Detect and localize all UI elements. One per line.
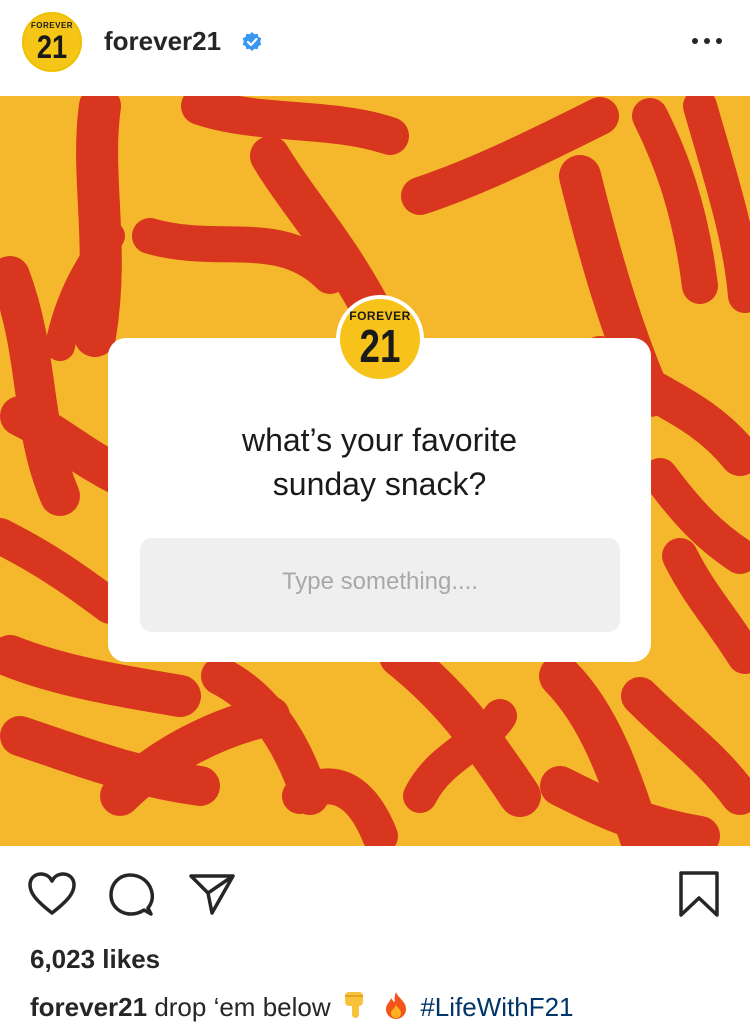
post-image[interactable]: FOREVER 21 what’s your favorite sunday s… — [0, 96, 750, 846]
sticker-brand-number: 21 — [359, 320, 401, 372]
likes-count[interactable]: 6,023 likes — [30, 944, 160, 975]
question-line-2: sunday snack? — [272, 466, 487, 502]
sticker-question: what’s your favorite sunday snack? — [108, 418, 651, 506]
verified-badge-icon — [242, 32, 262, 51]
caption-username[interactable]: forever21 — [30, 992, 147, 1022]
bookmark-icon[interactable] — [678, 870, 720, 918]
profile-avatar[interactable]: FOREVER 21 — [22, 12, 82, 72]
answer-placeholder: Type something.... — [281, 568, 479, 595]
post-caption: forever21 drop ‘em below #LifeWithF21 — [30, 990, 574, 1023]
fire-icon — [386, 992, 407, 1019]
caption-hashtag[interactable]: #LifeWithF21 — [420, 992, 573, 1022]
avatar-brand-number: 21 — [36, 29, 68, 65]
caption-text: drop ‘em below — [154, 992, 331, 1022]
more-options-icon[interactable] — [690, 30, 724, 54]
question-line-1: what’s your favorite — [241, 422, 518, 458]
sticker-brand-logo: FOREVER 21 — [336, 295, 424, 383]
answer-input[interactable]: Type something.... — [140, 538, 620, 632]
share-icon[interactable] — [188, 872, 236, 916]
post-header: FOREVER 21 forever21 — [0, 0, 750, 96]
pointing-down-icon — [344, 992, 363, 1018]
heart-icon[interactable] — [28, 872, 76, 916]
post-username[interactable]: forever21 — [104, 26, 221, 57]
comment-icon[interactable] — [108, 872, 154, 918]
